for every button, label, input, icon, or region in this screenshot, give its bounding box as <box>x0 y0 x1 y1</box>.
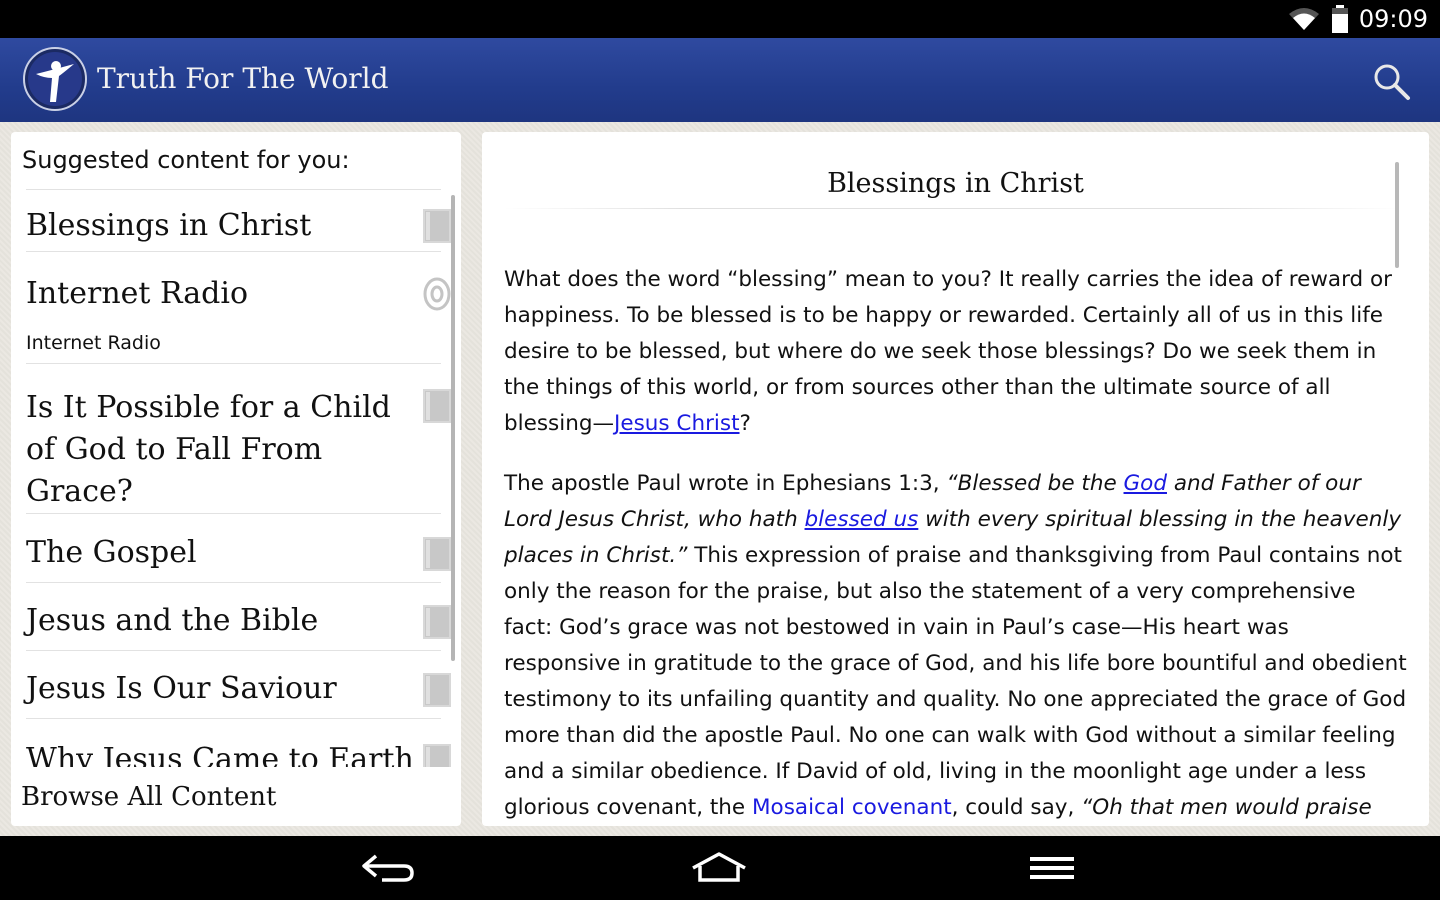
paragraph-text: The apostle Paul wrote in Ephesians 1:3, <box>504 471 947 496</box>
article-paragraph: The apostle Paul wrote in Ephesians 1:3,… <box>504 466 1409 826</box>
list-item-internet-radio[interactable]: Internet Radio Internet Radio <box>26 251 451 363</box>
article-scrollbar[interactable] <box>1395 162 1399 268</box>
status-bar: 09:09 <box>0 0 1440 38</box>
suggested-content-panel: Suggested content for you: Blessings in … <box>11 132 461 826</box>
paragraph-text: , could say, <box>951 795 1082 820</box>
list-item-why-jesus-came-to-earth[interactable]: Why Jesus Came to Earth <box>26 718 451 767</box>
paragraph-text: ? <box>739 411 751 436</box>
link-blessed-us[interactable]: blessed us <box>805 507 919 532</box>
suggested-list[interactable]: Blessings in Christ Internet Radio Inter… <box>11 188 461 767</box>
item-title: Jesus Is Our Saviour <box>26 671 337 706</box>
item-title: Blessings in Christ <box>26 208 312 243</box>
suggested-header: Suggested content for you: <box>22 146 350 174</box>
list-item-jesus-is-our-saviour[interactable]: Jesus Is Our Saviour <box>26 650 451 718</box>
book-icon <box>422 388 452 424</box>
link-mosaical-covenant[interactable]: Mosaical covenant <box>752 795 952 820</box>
item-subtitle: Internet Radio <box>26 332 161 354</box>
item-title: The Gospel <box>26 535 197 570</box>
item-title: Jesus and the Bible <box>26 603 319 638</box>
wifi-icon <box>1287 6 1321 32</box>
book-icon <box>422 743 452 767</box>
browse-all-button[interactable]: Browse All Content <box>21 782 276 812</box>
book-icon <box>422 536 452 572</box>
radio-icon <box>422 276 452 312</box>
app-title: Truth For The World <box>97 62 389 95</box>
article-body: What does the word “blessing” mean to yo… <box>504 262 1409 826</box>
title-divider <box>504 208 1400 209</box>
menu-icon[interactable] <box>1028 850 1076 886</box>
home-icon[interactable] <box>690 850 748 886</box>
book-icon <box>422 208 452 244</box>
back-icon[interactable] <box>360 850 416 886</box>
item-title: Why Jesus Came to Earth <box>26 742 414 767</box>
list-item-fall-from-grace[interactable]: Is It Possible for a Child of God to Fal… <box>26 363 451 513</box>
app-logo-icon[interactable] <box>22 46 88 112</box>
article-paragraph: What does the word “blessing” mean to yo… <box>504 262 1409 442</box>
status-time: 09:09 <box>1358 5 1428 33</box>
article-title: Blessings in Christ <box>827 168 1084 199</box>
item-title: Internet Radio <box>26 276 249 311</box>
item-title: Is It Possible for a Child of God to Fal… <box>26 390 391 509</box>
link-jesus-christ[interactable]: Jesus Christ <box>614 411 740 436</box>
scripture-quote: “Blessed be the <box>946 471 1124 496</box>
paragraph-text: This expression of praise and thanksgivi… <box>504 543 1407 820</box>
book-icon <box>422 604 452 640</box>
battery-icon <box>1331 5 1349 33</box>
navigation-bar <box>0 836 1440 900</box>
link-god[interactable]: God <box>1124 471 1167 496</box>
list-scrollbar[interactable] <box>451 195 455 661</box>
list-item-jesus-and-the-bible[interactable]: Jesus and the Bible <box>26 582 451 650</box>
list-item-blessings-in-christ[interactable]: Blessings in Christ <box>26 189 451 251</box>
article-panel[interactable]: Blessings in Christ What does the word “… <box>482 132 1429 826</box>
app-bar: Truth For The World <box>0 38 1440 122</box>
book-icon <box>422 672 452 708</box>
list-item-the-gospel[interactable]: The Gospel <box>26 513 451 582</box>
search-icon[interactable] <box>1370 60 1414 104</box>
